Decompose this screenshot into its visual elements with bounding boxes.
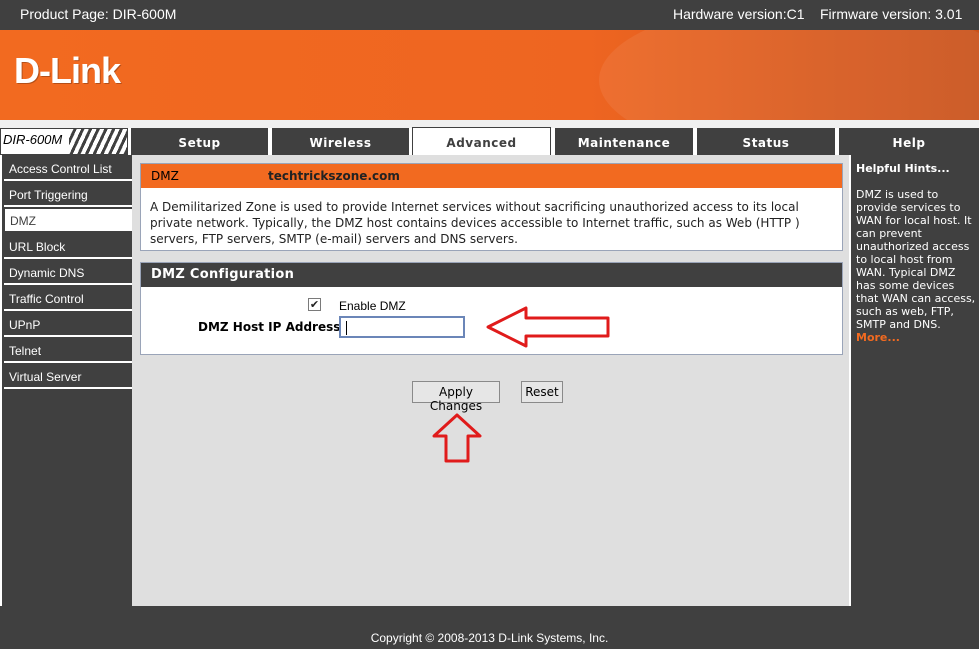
sidebar: Access Control List Port Triggering DMZ …	[0, 155, 134, 606]
dmz-info-title: DMZ	[151, 169, 179, 183]
tab-bar: DIR-600M Setup Wireless Advanced Mainten…	[0, 127, 979, 155]
dlink-logo: D-Link	[14, 50, 121, 91]
tab-advanced[interactable]: Advanced	[412, 127, 551, 155]
helpful-hints-panel: Helpful Hints... DMZ is used to provide …	[849, 155, 979, 606]
main-content: DMZ techtrickszone.com A Demilitarized Z…	[132, 155, 849, 606]
sidebar-item-traffic-control[interactable]: Traffic Control	[4, 287, 134, 311]
dmz-host-ip-input[interactable]	[339, 316, 465, 338]
tab-status[interactable]: Status	[697, 128, 835, 155]
apply-changes-button[interactable]: Apply Changes	[412, 381, 500, 413]
enable-dmz-label: Enable DMZ	[339, 299, 406, 313]
sidebar-item-telnet[interactable]: Telnet	[4, 339, 134, 363]
tab-setup[interactable]: Setup	[131, 128, 268, 155]
sidebar-item-dmz[interactable]: DMZ	[4, 208, 134, 232]
tab-maintenance[interactable]: Maintenance	[555, 128, 693, 155]
brand-banner: D-Link	[0, 30, 979, 120]
hints-title: Helpful Hints...	[856, 162, 950, 175]
sidebar-item-virtual-server[interactable]: Virtual Server	[4, 365, 134, 389]
hints-text: DMZ is used to provide services to WAN f…	[856, 188, 976, 331]
model-name: DIR-600M	[3, 132, 63, 147]
firmware-version: Firmware version: 3.01	[820, 6, 963, 22]
enable-dmz-checkbox[interactable]: ✔	[308, 298, 321, 311]
dmz-info-panel: DMZ techtrickszone.com A Demilitarized Z…	[140, 163, 843, 251]
sidebar-item-dynamic-dns[interactable]: Dynamic DNS	[4, 261, 134, 285]
dmz-host-ip-label: DMZ Host IP Address:	[198, 320, 346, 334]
hardware-version: Hardware version:C1	[673, 6, 805, 22]
model-badge: DIR-600M	[0, 128, 128, 155]
sidebar-item-access-control-list[interactable]: Access Control List	[4, 157, 134, 181]
text-caret	[346, 321, 347, 335]
annotation-arrow-left-icon	[486, 306, 610, 348]
dmz-description: A Demilitarized Zone is used to provide …	[150, 200, 800, 246]
sidebar-item-port-triggering[interactable]: Port Triggering	[4, 183, 134, 207]
tab-wireless[interactable]: Wireless	[272, 128, 409, 155]
hints-more-link[interactable]: More...	[856, 331, 900, 344]
product-page-label: Product Page: DIR-600M	[20, 6, 177, 22]
model-stripes	[69, 129, 127, 154]
banner-swoosh	[599, 30, 979, 120]
reset-button[interactable]: Reset	[521, 381, 563, 403]
tab-help[interactable]: Help	[839, 128, 979, 155]
top-info-bar: Product Page: DIR-600M Hardware version:…	[0, 0, 979, 30]
footer: Copyright © 2008-2013 D-Link Systems, In…	[0, 606, 979, 649]
copyright-text: Copyright © 2008-2013 D-Link Systems, In…	[370, 631, 609, 645]
dmz-info-header: DMZ techtrickszone.com	[141, 164, 842, 188]
sidebar-item-upnp[interactable]: UPnP	[4, 313, 134, 337]
sidebar-item-url-block[interactable]: URL Block	[4, 235, 134, 259]
watermark-text: techtrickszone.com	[268, 169, 400, 183]
dmz-config-title: DMZ Configuration	[141, 263, 842, 287]
annotation-arrow-up-icon	[432, 413, 482, 463]
check-icon: ✔	[309, 298, 320, 311]
